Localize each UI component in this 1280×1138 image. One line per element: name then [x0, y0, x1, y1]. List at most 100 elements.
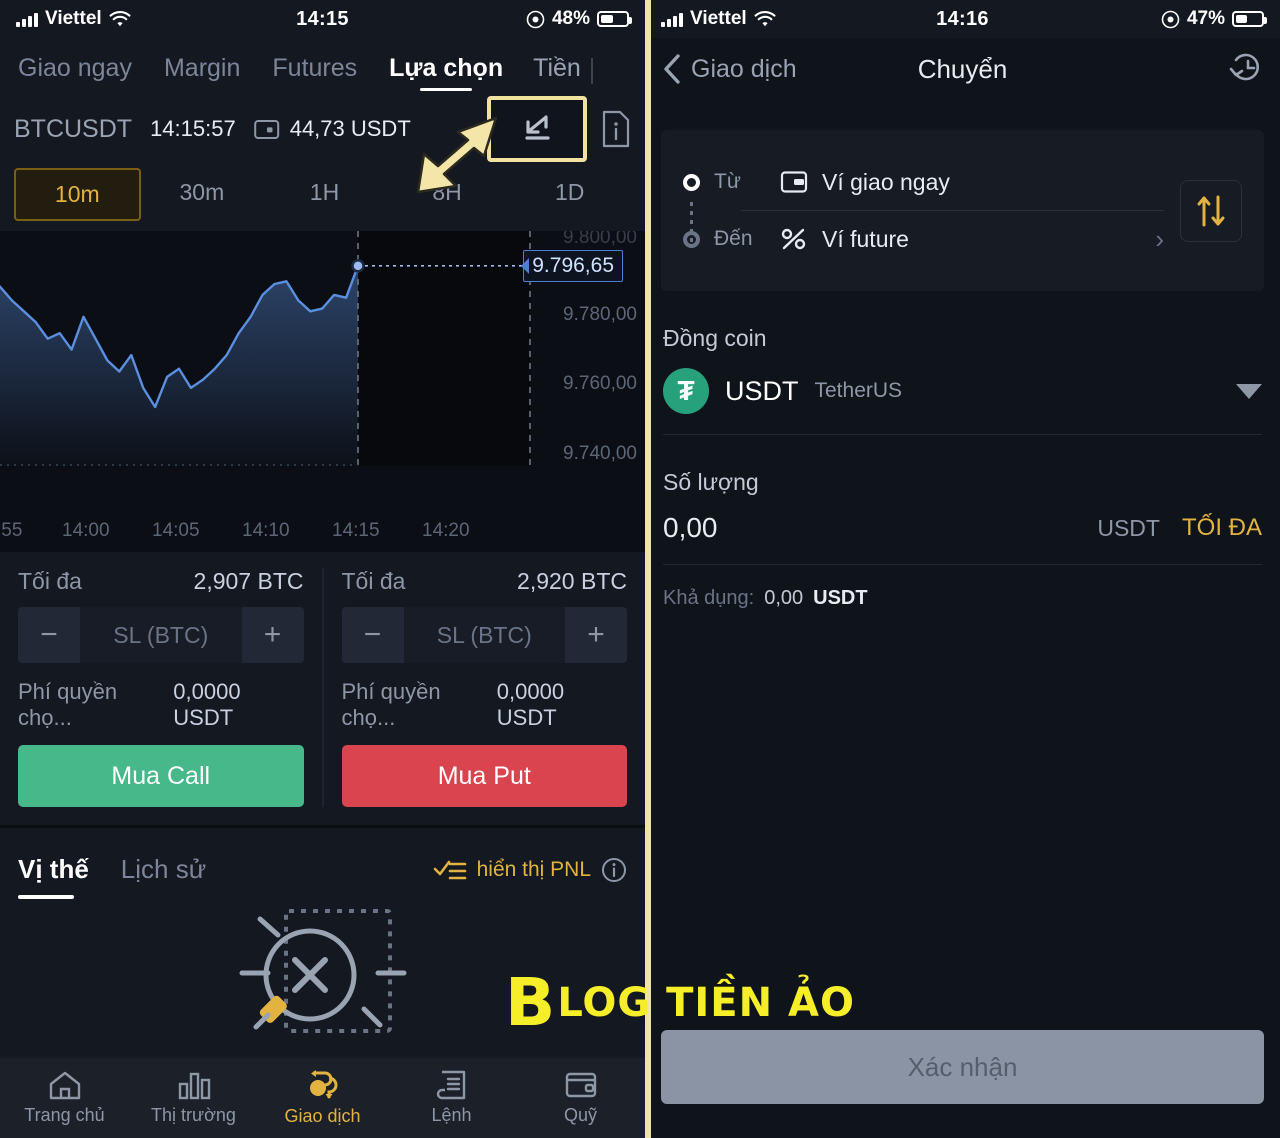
- product-tab-bar[interactable]: Giao ngay Margin Futures Lựa chọn Tiền: [0, 38, 645, 98]
- nav-thi-truong[interactable]: Thị trường: [129, 1070, 258, 1126]
- chevron-right-icon[interactable]: ›: [1155, 224, 1164, 255]
- nav-lenh[interactable]: Lệnh: [387, 1070, 516, 1126]
- tab-margin[interactable]: Margin: [148, 54, 256, 83]
- x-tick-4: 14:15: [332, 520, 380, 541]
- x-tick-3: 14:10: [242, 520, 290, 541]
- info-circle-icon[interactable]: [601, 857, 627, 883]
- buy-call-button[interactable]: Mua Call: [18, 745, 304, 807]
- timeframe-selector[interactable]: 10m 30m 1H 8H 1D: [0, 160, 645, 231]
- wallet-icon: [565, 1072, 596, 1098]
- timeframe-10m[interactable]: 10m: [14, 168, 141, 221]
- wifi-icon: [754, 10, 776, 26]
- symbol-bar: BTCUSDT 14:15:57 44,73 USDT: [0, 96, 645, 194]
- call-max-value: 2,907 BTC: [193, 568, 304, 594]
- trade-swap-icon: [309, 1070, 337, 1099]
- tab-lich-su[interactable]: Lịch sử: [121, 854, 206, 885]
- show-pnl-toggle[interactable]: hiển thị PNL: [433, 857, 627, 883]
- show-pnl-label: hiển thị PNL: [476, 857, 591, 881]
- y-tick-3: 9.740,00: [563, 443, 637, 464]
- transfer-from-row[interactable]: Từ Ví giao ngay: [683, 156, 1164, 208]
- positions-tab-bar[interactable]: Vị thế Lịch sử hiển thị PNL: [0, 832, 645, 899]
- tab-lua-chon[interactable]: Lựa chọn: [373, 54, 519, 83]
- timeframe-8h[interactable]: 8H: [386, 168, 509, 221]
- coin-section: Đồng coin ₮ USDT TetherUS Số lượng 0,00 …: [645, 291, 1280, 610]
- timeframe-30m[interactable]: 30m: [141, 168, 264, 221]
- usdt-coin-icon: ₮: [663, 368, 709, 414]
- available-value: 0,00: [764, 587, 804, 609]
- amount-input[interactable]: 0,00: [663, 512, 1097, 544]
- tab-vi-the[interactable]: Vị thế: [18, 854, 89, 899]
- put-fee-row: Phí quyền chọ... 0,0000 USDT: [342, 679, 628, 731]
- home-icon: [49, 1071, 80, 1100]
- max-amount-button[interactable]: TỐI ĐA: [1182, 514, 1262, 542]
- transfer-to-row[interactable]: Đến Ví future ›: [683, 213, 1164, 265]
- nav-lenh-label: Lệnh: [431, 1105, 472, 1125]
- bottom-nav-bar[interactable]: Trang chủ Thị trường Giao dịch Lệnh Quỹ: [0, 1058, 645, 1138]
- symbol-pair[interactable]: BTCUSDT: [14, 115, 132, 144]
- call-quantity-stepper[interactable]: − SL (BTC) +: [18, 607, 304, 663]
- section-divider: [0, 825, 645, 828]
- call-fee-label: Phí quyền chọ...: [18, 679, 118, 730]
- panel-seam-divider: [645, 0, 651, 1138]
- buy-put-button[interactable]: Mua Put: [341, 745, 627, 807]
- call-max-label: Tối đa: [18, 568, 82, 594]
- confirm-button[interactable]: Xác nhận: [661, 1030, 1264, 1104]
- nav-trang-chu[interactable]: Trang chủ: [0, 1070, 129, 1126]
- right-phone-panel: Viettel 14:16 47% Giao dịch Chuyển Từ Ví…: [645, 0, 1280, 1138]
- battery-percent: 47%: [1186, 8, 1225, 29]
- wallet-balance: 44,73 USDT: [253, 116, 411, 142]
- put-quantity-input[interactable]: SL (BTC): [403, 607, 565, 663]
- transfer-history-button[interactable]: [1228, 50, 1262, 89]
- tab-futures[interactable]: Futures: [256, 54, 373, 83]
- put-order-column: Tối đa 2,920 BTC − SL (BTC) + Phí quyền …: [321, 568, 646, 807]
- transfer-button-highlighted[interactable]: [487, 96, 587, 162]
- available-unit: USDT: [813, 587, 868, 609]
- tab-giao-ngay[interactable]: Giao ngay: [14, 54, 148, 83]
- swap-direction-button[interactable]: [1180, 179, 1242, 242]
- coin-name: TetherUS: [814, 379, 903, 402]
- info-doc-icon[interactable]: [601, 110, 631, 148]
- from-value[interactable]: Ví giao ngay: [822, 169, 950, 196]
- tab-tien[interactable]: Tiền: [519, 54, 593, 84]
- back-button[interactable]: Giao dịch: [663, 54, 797, 84]
- bar-chart-icon: [178, 1072, 210, 1100]
- coin-section-label: Đồng coin: [663, 325, 767, 351]
- nav-quy-label: Quỹ: [563, 1105, 597, 1125]
- put-fee-value: 0,0000 USDT: [496, 679, 565, 730]
- call-increment-button[interactable]: +: [241, 607, 304, 663]
- nav-giao-dich[interactable]: Giao dịch: [258, 1069, 387, 1127]
- coin-selector[interactable]: ₮ USDT TetherUS: [663, 368, 1262, 435]
- transfer-page-header: Giao dịch Chuyển: [645, 38, 1280, 100]
- amount-unit: USDT: [1097, 514, 1160, 541]
- to-label: Đến: [714, 227, 753, 250]
- signal-bars-icon: [16, 12, 38, 27]
- call-decrement-button[interactable]: −: [18, 607, 80, 663]
- right-status-bar: Viettel 14:16 47%: [645, 0, 1280, 38]
- back-label: Giao dịch: [691, 54, 797, 83]
- right-status-right: 47%: [1161, 8, 1267, 30]
- put-decrement-button[interactable]: −: [341, 607, 404, 663]
- put-increment-button[interactable]: +: [565, 607, 627, 663]
- amount-input-row[interactable]: 0,00 USDT TỐI ĐA: [663, 512, 1262, 565]
- timeframe-1h[interactable]: 1H: [263, 168, 386, 221]
- spot-wallet-icon: [780, 171, 808, 193]
- put-quantity-stepper[interactable]: − SL (BTC) +: [341, 607, 627, 663]
- battery-percent: 48%: [551, 8, 590, 29]
- caret-down-icon[interactable]: [1236, 383, 1262, 399]
- from-radio[interactable]: [683, 173, 700, 191]
- percent-icon: [781, 228, 806, 250]
- y-tick-0: 9.800,00: [563, 231, 637, 248]
- symbol-actions: [487, 96, 631, 162]
- put-fee-label: Phí quyền chọ...: [341, 679, 441, 730]
- from-label: Từ: [714, 170, 741, 193]
- timeframe-1d[interactable]: 1D: [508, 168, 631, 221]
- y-tick-2: 9.760,00: [563, 373, 637, 394]
- price-chart[interactable]: 9.800,00 9.780,00 9.760,00 9.740,00 9.79…: [0, 231, 645, 516]
- signal-bars-icon: [661, 12, 683, 27]
- call-quantity-input[interactable]: SL (BTC): [80, 607, 242, 663]
- location-icon: [1161, 10, 1180, 28]
- nav-quy[interactable]: Quỹ: [516, 1070, 645, 1126]
- to-value[interactable]: Ví future: [822, 226, 909, 253]
- connector-dots: [690, 202, 693, 248]
- left-status-right: 48%: [526, 8, 632, 30]
